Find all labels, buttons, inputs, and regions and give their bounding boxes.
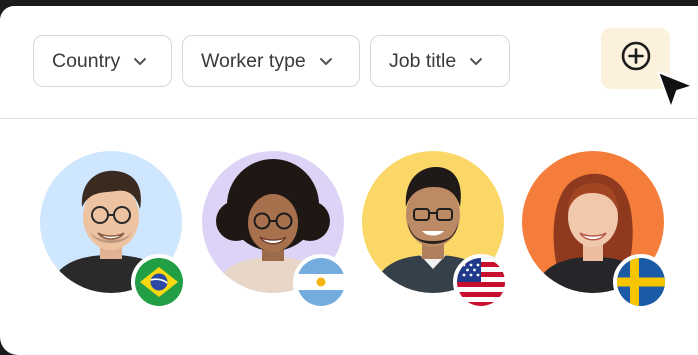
- cursor-arrow-icon: [655, 69, 697, 113]
- united-states-flag-icon: [453, 254, 509, 310]
- chevron-down-icon: [469, 57, 483, 66]
- job-title-filter-dropdown[interactable]: Job title: [370, 35, 510, 87]
- country-filter-label: Country: [52, 49, 121, 72]
- chevron-down-icon: [133, 57, 147, 66]
- worker-type-filter-label: Worker type: [201, 49, 306, 72]
- worker-filter-card: Country Worker type Job title: [0, 6, 698, 355]
- brazil-flag-icon: [131, 254, 187, 310]
- divider: [0, 118, 698, 119]
- worker-avatar-2[interactable]: [202, 151, 349, 310]
- sweden-flag-icon: [613, 254, 669, 310]
- worker-avatar-1[interactable]: [40, 151, 187, 310]
- plus-circle-icon: [620, 40, 652, 77]
- job-title-filter-label: Job title: [389, 49, 457, 72]
- chevron-down-icon: [319, 57, 333, 66]
- worker-type-filter-dropdown[interactable]: Worker type: [182, 35, 360, 87]
- argentina-flag-icon: [293, 254, 349, 310]
- worker-avatar-4[interactable]: [522, 151, 669, 310]
- country-filter-dropdown[interactable]: Country: [33, 35, 172, 87]
- filter-bar: Country Worker type Job title: [33, 35, 510, 87]
- worker-avatar-3[interactable]: [362, 151, 509, 310]
